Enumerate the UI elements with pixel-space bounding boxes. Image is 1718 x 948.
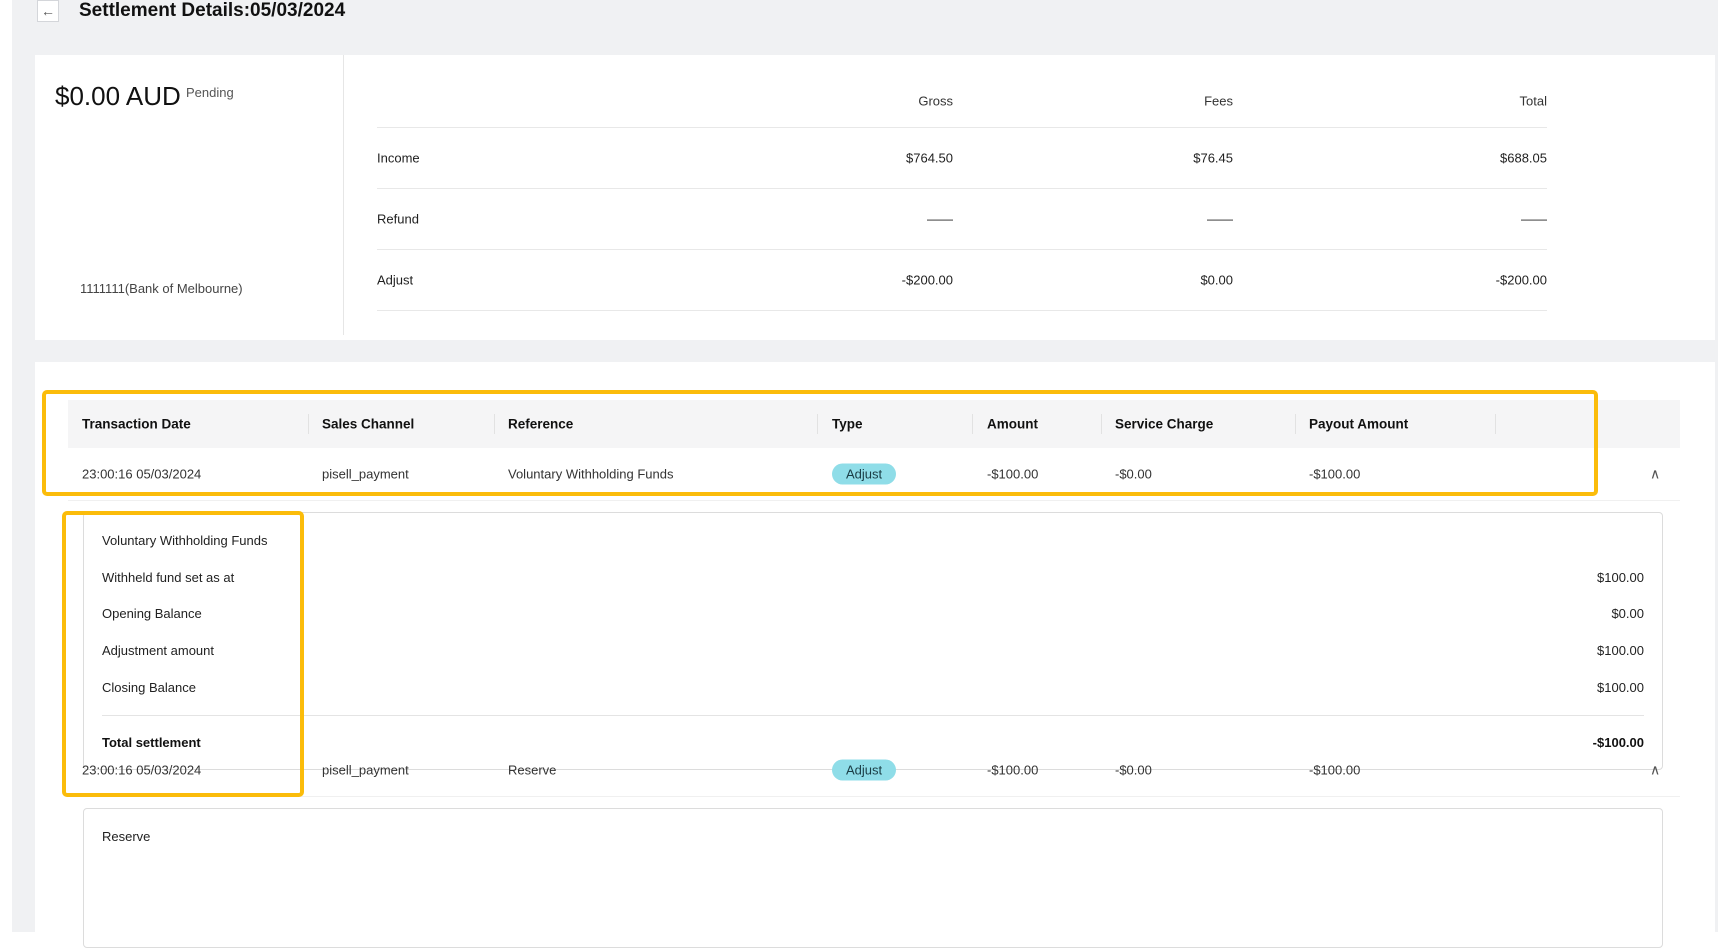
column-separator [1495, 414, 1496, 434]
row-label: Refund [377, 211, 419, 227]
service-charge: -$0.00 [1115, 466, 1152, 482]
detail-value: $100.00 [1597, 570, 1644, 585]
back-button[interactable]: ← [37, 0, 59, 22]
transaction-detail-panel: Reserve [83, 808, 1663, 948]
chevron-up-icon[interactable]: ∧ [1650, 466, 1660, 483]
total-value: $688.05 [1500, 150, 1547, 166]
detail-label: Withheld fund set as at [102, 570, 235, 585]
fees-value: $0.00 [1200, 272, 1233, 288]
column-separator [1101, 414, 1102, 434]
gross-value: -$200.00 [901, 272, 953, 288]
header-reference: Reference [508, 416, 574, 432]
fees-value: —— [1207, 211, 1233, 227]
summary-table: Gross Fees Total Income $764.50 $76.45 $… [377, 75, 1547, 311]
header-service-charge: Service Charge [1115, 416, 1214, 432]
header-transaction-date: Transaction Date [82, 416, 191, 432]
header-type: Type [832, 416, 863, 432]
chevron-up-icon[interactable]: ∧ [1650, 762, 1660, 779]
summary-row-income: Income $764.50 $76.45 $688.05 [377, 128, 1547, 189]
divider [343, 55, 344, 335]
column-separator [817, 414, 818, 434]
settlement-amount: $0.00 AUD [55, 81, 181, 111]
detail-value: $100.00 [1597, 680, 1644, 695]
payout-amount: -$100.00 [1309, 762, 1361, 778]
row-label: Adjust [377, 272, 414, 288]
detail-label: Closing Balance [102, 680, 196, 695]
transaction-date: 23:00:16 05/03/2024 [82, 466, 202, 482]
payout-amount: -$100.00 [1309, 466, 1361, 482]
header-fees: Fees [1204, 93, 1233, 109]
row-label: Income [377, 150, 420, 166]
reference: Reserve [508, 762, 557, 778]
gross-value: —— [927, 211, 953, 227]
header-sales-channel: Sales Channel [322, 416, 415, 432]
sales-channel: pisell_payment [322, 762, 409, 778]
transaction-date: 23:00:16 05/03/2024 [82, 762, 202, 778]
detail-label: Adjustment amount [102, 643, 215, 658]
header-total: Total [1519, 93, 1547, 109]
detail-value: $0.00 [1611, 606, 1644, 621]
detail-title: Reserve [102, 829, 151, 844]
arrow-left-icon: ← [41, 3, 55, 19]
summary-table-header: Gross Fees Total [377, 75, 1547, 128]
page: ← Settlement Details:05/03/2024 $0.00 AU… [12, 0, 1718, 948]
summary-row-adjust: Adjust -$200.00 $0.00 -$200.00 [377, 250, 1547, 311]
detail-title: Voluntary Withholding Funds [102, 533, 268, 548]
total-value: —— [1521, 211, 1547, 227]
header-gross: Gross [918, 93, 953, 109]
fees-value: $76.45 [1193, 150, 1233, 166]
table-row[interactable]: 23:00:16 05/03/2024 pisell_payment Reser… [68, 744, 1680, 797]
reference: Voluntary Withholding Funds [508, 466, 674, 482]
page-title: Settlement Details:05/03/2024 [79, 0, 346, 21]
amount: -$100.00 [987, 466, 1039, 482]
type-badge: Adjust [832, 759, 897, 781]
type-badge: Adjust [832, 463, 897, 485]
service-charge: -$0.00 [1115, 762, 1152, 778]
status-badge: Pending [186, 85, 234, 100]
transactions-table-header: Transaction Date Sales Channel Reference… [68, 400, 1680, 448]
detail-value: $100.00 [1597, 643, 1644, 658]
settlement-summary-card: $0.00 AUD Pending 1111111(Bank of Melbou… [35, 55, 1715, 340]
detail-label: Opening Balance [102, 606, 202, 621]
column-separator [308, 414, 309, 434]
header-amount: Amount [987, 416, 1038, 432]
summary-row-refund: Refund —— —— —— [377, 189, 1547, 250]
sales-channel: pisell_payment [322, 466, 409, 482]
transaction-detail-panel: Voluntary Withholding Funds Withheld fun… [83, 512, 1663, 770]
gross-value: $764.50 [906, 150, 953, 166]
table-row[interactable]: 23:00:16 05/03/2024 pisell_payment Volun… [68, 448, 1680, 501]
bank-account: 1111111(Bank of Melbourne) [80, 281, 243, 296]
header-payout-amount: Payout Amount [1309, 416, 1409, 432]
column-separator [972, 414, 973, 434]
total-value: -$200.00 [1495, 272, 1547, 288]
column-separator [494, 414, 495, 434]
amount: -$100.00 [987, 762, 1039, 778]
detail-divider [102, 715, 1644, 716]
column-separator [1295, 414, 1296, 434]
transactions-card: Transaction Date Sales Channel Reference… [35, 362, 1715, 948]
